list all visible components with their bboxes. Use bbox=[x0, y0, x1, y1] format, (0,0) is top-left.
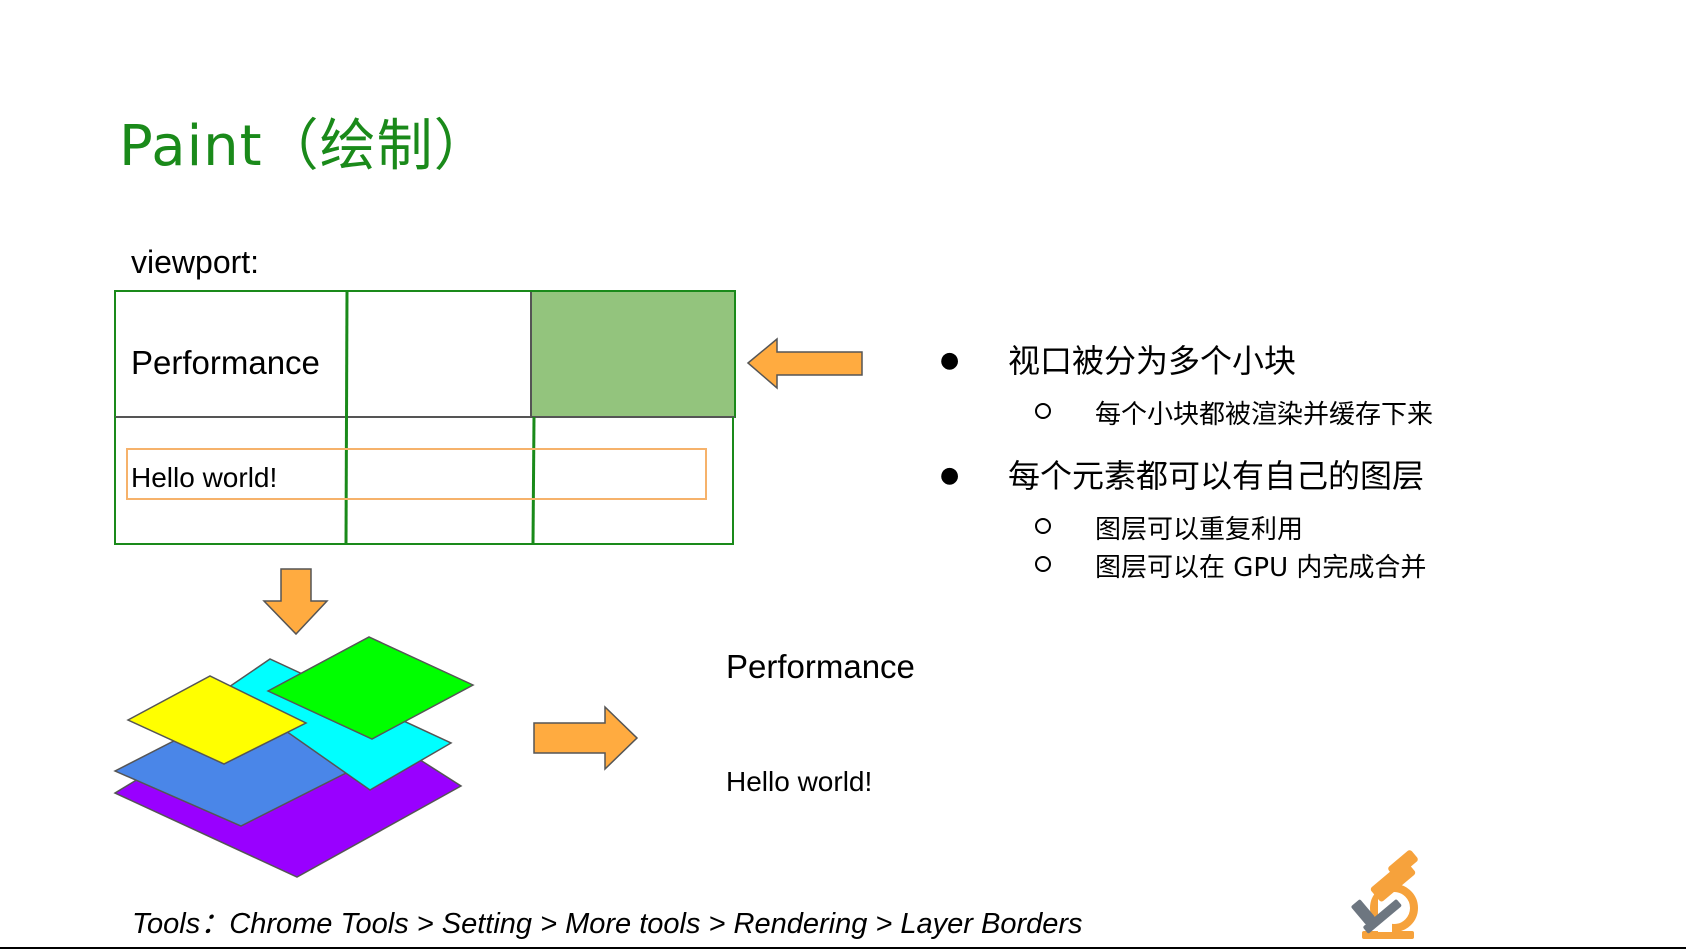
bullet-dot: ● bbox=[940, 348, 960, 373]
grid-cell-performance: Performance bbox=[131, 344, 320, 381]
layer-stack bbox=[113, 636, 475, 878]
viewport-grid: Performance Hello world! bbox=[114, 290, 736, 545]
grid-cell-hello: Hello world! bbox=[131, 462, 277, 493]
sub-bullet-2-2: 图层可以在 GPU 内完成合并 bbox=[1095, 553, 1427, 583]
sub-bullet-1-1: 每个小块都被渲染并缓存下来 bbox=[1095, 400, 1434, 430]
sub-bullet-circle bbox=[1035, 556, 1051, 572]
bullet-dot: ● bbox=[940, 463, 960, 488]
result-performance: Performance bbox=[726, 648, 915, 685]
arrow-down-icon bbox=[262, 568, 329, 636]
result-hello: Hello world! bbox=[726, 766, 872, 797]
bullet-item-2: 每个元素都可以有自己的图层 bbox=[1008, 457, 1425, 495]
highlighted-tile bbox=[530, 290, 736, 418]
tools-path-caption: Tools：Chrome Tools > Setting > More tool… bbox=[132, 908, 1083, 940]
sub-bullet-2-1: 图层可以重复利用 bbox=[1095, 515, 1304, 545]
grid-col-line-1 bbox=[344, 290, 349, 545]
grid-col-line-2 bbox=[531, 416, 536, 545]
arrow-right-icon bbox=[533, 705, 639, 771]
sub-bullet-circle bbox=[1035, 518, 1051, 534]
paint-diagram: Performance Hello world! Performance Hel… bbox=[113, 290, 1418, 939]
bullet-item-1: 视口被分为多个小块 bbox=[1008, 342, 1297, 380]
microscope-icon bbox=[1351, 850, 1418, 939]
arrow-left-icon bbox=[746, 337, 863, 390]
sub-bullet-circle bbox=[1035, 403, 1051, 419]
